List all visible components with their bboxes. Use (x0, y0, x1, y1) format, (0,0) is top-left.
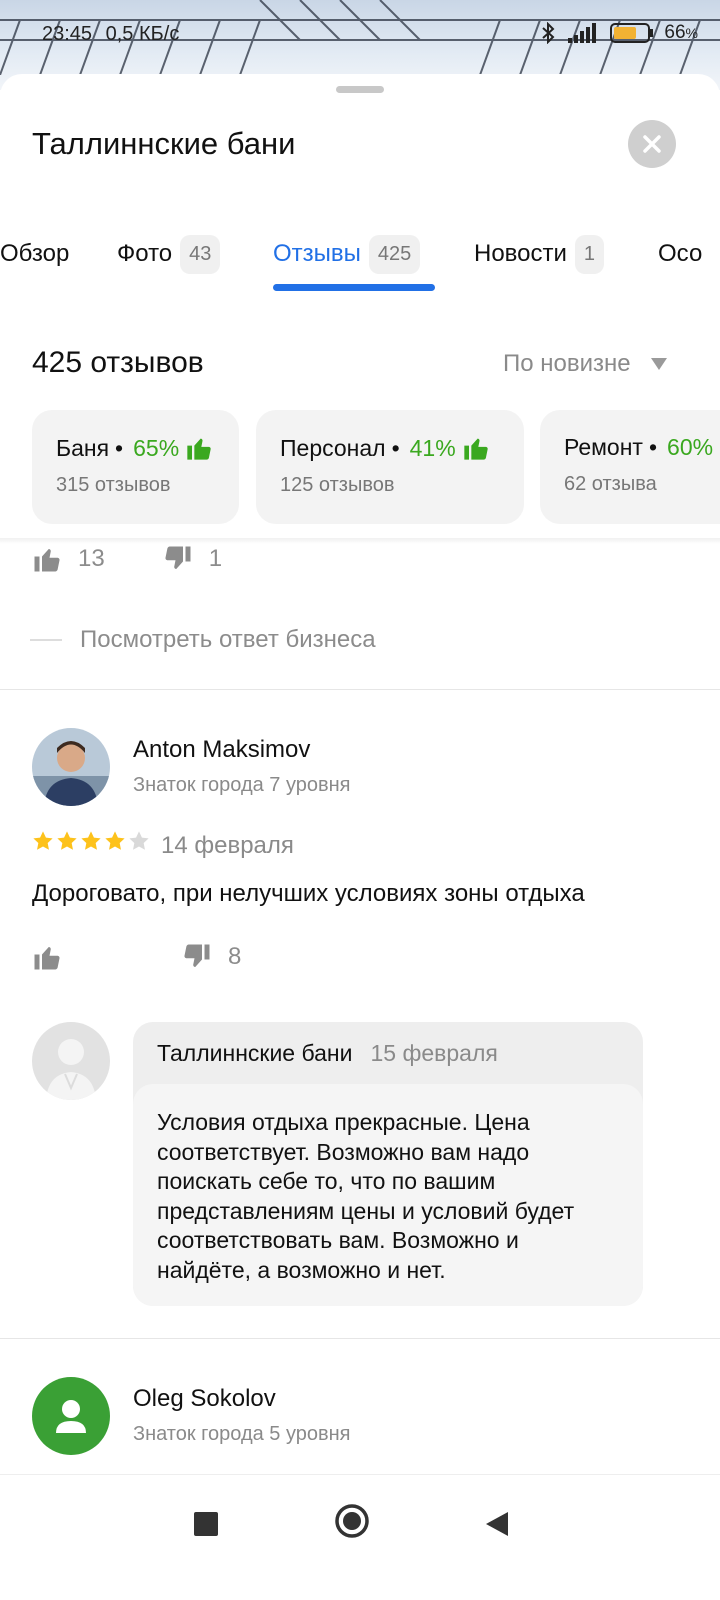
topic-count: 62 отзыва (564, 473, 657, 495)
topic-filters: Баня • 65% 315 отзывов Персонал • 41% 12… (0, 410, 720, 526)
author-name[interactable]: Oleg Sokolov (133, 1385, 276, 1413)
system-nav-bar (0, 1474, 720, 1600)
review-date: 14 февраля (161, 832, 294, 859)
thumbs-down-icon (165, 546, 191, 569)
tab-features[interactable]: Осо (658, 234, 702, 274)
rating-stars (32, 830, 150, 852)
topic-name: Персонал (280, 434, 386, 461)
thumbs-up-icon (464, 438, 488, 460)
divider-dash (30, 639, 62, 641)
like-count: 13 (78, 545, 105, 572)
review-divider (0, 689, 720, 690)
topic-percent: 41% (409, 434, 456, 461)
battery-icon (610, 23, 654, 43)
network-speed: 0,5 КБ/с (105, 23, 180, 45)
reply-text: Условия отдыха прекрасные. Цена соответс… (133, 1084, 643, 1306)
business-silhouette-icon (32, 1022, 110, 1100)
topic-name: Ремонт (564, 434, 643, 460)
battery-level: 66 (664, 22, 686, 43)
topic-count: 315 отзывов (56, 474, 171, 496)
signal-icon (568, 23, 597, 43)
reply-date: 15 февраля (370, 1040, 498, 1066)
status-bar: 23:45 0,5 КБ/с 66% (0, 0, 720, 70)
avatar[interactable] (32, 728, 110, 806)
topic-chip-personal[interactable]: Персонал • 41% 125 отзывов (256, 410, 524, 524)
topic-name: Баня (56, 434, 110, 461)
close-button[interactable] (628, 120, 676, 168)
square-icon (194, 1512, 218, 1536)
user-placeholder-icon (32, 1377, 110, 1455)
prev-review-votes: 13 1 (32, 544, 222, 574)
bluetooth-icon (542, 22, 555, 44)
user-photo (32, 728, 110, 806)
thumbs-up-icon (187, 438, 211, 460)
review-votes: 8 (32, 942, 241, 972)
review-text: Дороговато, при нелучших условиях зоны о… (32, 880, 585, 907)
dislike-count: 8 (228, 943, 242, 970)
business-avatar (32, 1022, 110, 1100)
reply-header: Таллиннские бани 15 февраля (157, 1040, 498, 1067)
view-business-reply[interactable]: Посмотреть ответ бизнеса (30, 626, 376, 654)
tab-news[interactable]: Новости 1 (474, 234, 605, 274)
sort-label: По новизне (503, 350, 631, 377)
recents-button[interactable] (193, 1511, 219, 1542)
topic-chip-banya[interactable]: Баня • 65% 315 отзывов (32, 410, 239, 524)
star-empty-icon (129, 831, 149, 850)
topic-count: 125 отзывов (280, 474, 395, 496)
thumbs-up-icon (34, 549, 60, 572)
tab-reviews[interactable]: Отзывы 425 (273, 234, 421, 274)
star-icon (105, 831, 125, 850)
chevron-down-icon (650, 358, 667, 370)
reply-author: Таллиннские бани (157, 1040, 353, 1066)
review-divider (0, 1338, 720, 1339)
tab-label: Отзывы (273, 240, 361, 267)
star-icon (81, 831, 101, 850)
tab-count: 1 (574, 234, 605, 274)
tab-count: 425 (368, 234, 421, 274)
tab-overview[interactable]: Обзор (0, 234, 69, 274)
like-button[interactable]: 13 (32, 544, 105, 574)
dislike-button[interactable]: 8 (182, 942, 241, 972)
drag-handle[interactable] (336, 86, 384, 93)
tab-photos[interactable]: Фото 43 (117, 234, 221, 274)
thumbs-up-icon (34, 947, 60, 970)
tab-label: Обзор (0, 240, 70, 267)
thumbs-down-icon (184, 944, 210, 967)
home-button[interactable] (334, 1503, 370, 1544)
tab-label: Новости (474, 240, 567, 267)
back-button[interactable] (484, 1510, 510, 1543)
author-level: Знаток города 5 уровня (133, 1423, 351, 1445)
time-text: 23:45 (42, 23, 93, 45)
status-time: 23:45 0,5 КБ/с (42, 23, 179, 46)
business-reply: Таллиннские бани 15 февраля Условия отды… (133, 1022, 643, 1306)
topic-percent: 65% (133, 434, 180, 461)
star-icon (57, 831, 77, 850)
back-triangle-icon (486, 1512, 508, 1536)
avatar[interactable] (32, 1377, 110, 1455)
author-name[interactable]: Anton Maksimov (133, 736, 310, 764)
star-icon (33, 831, 53, 850)
reviews-count: 425 отзывов (32, 346, 204, 379)
topic-chip-remont[interactable]: Ремонт • 60% 62 отзыва (540, 410, 720, 524)
status-icons: 66% (540, 22, 698, 44)
topic-percent: 60% (667, 434, 714, 460)
author-level: Знаток города 7 уровня (133, 774, 351, 796)
tab-count: 43 (180, 234, 221, 274)
close-icon (643, 135, 661, 153)
dislike-button[interactable]: 1 (163, 544, 222, 574)
place-card-sheet: Таллиннские бани Обзор Фото 43 Отзывы 42… (0, 74, 720, 1504)
active-tab-indicator (273, 284, 435, 291)
sort-dropdown[interactable]: По новизне (503, 350, 667, 378)
page-title: Таллиннские бани (32, 126, 296, 161)
tab-label: Осо (658, 240, 703, 267)
business-reply-link: Посмотреть ответ бизнеса (80, 626, 376, 653)
dislike-count: 1 (208, 545, 223, 572)
tab-label: Фото (117, 240, 173, 267)
like-button[interactable] (32, 942, 78, 972)
home-circle-icon (335, 1504, 369, 1538)
